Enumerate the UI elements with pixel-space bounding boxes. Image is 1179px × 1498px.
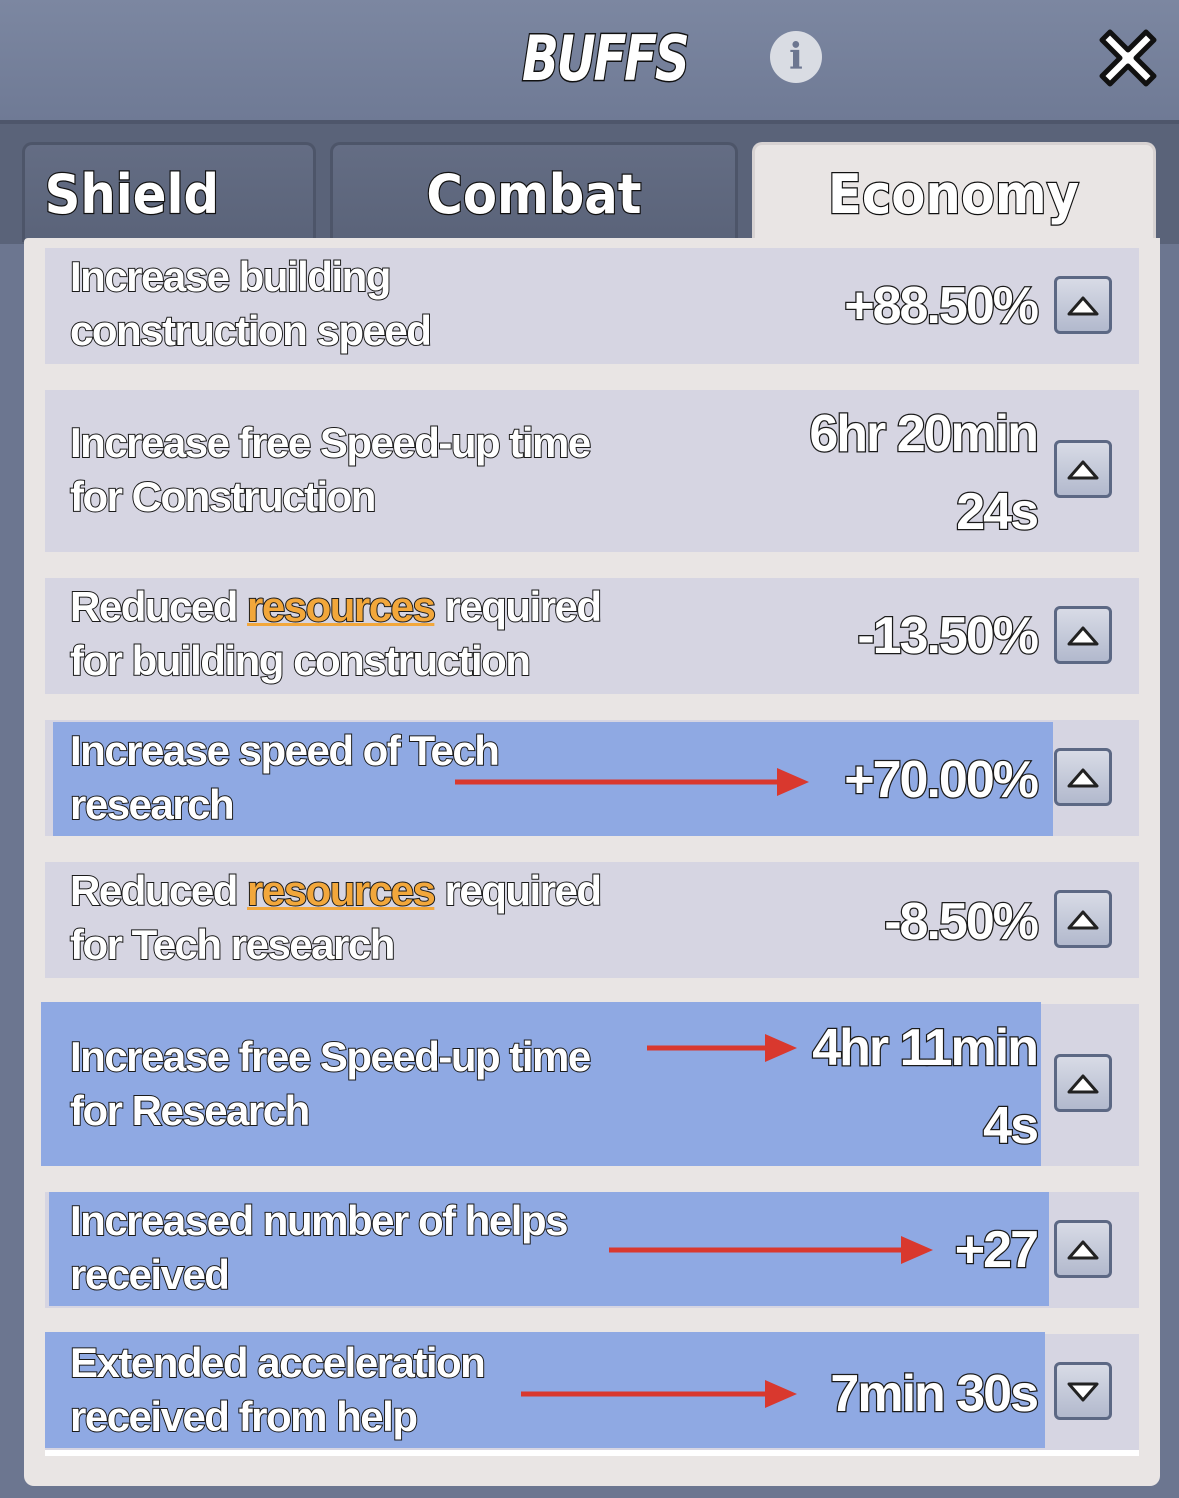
arrow-right-icon	[455, 768, 809, 796]
buff-label-line1: Increase free Speed-up time	[69, 418, 592, 467]
window-title: BUFFS	[521, 21, 691, 97]
chevron-up-icon	[1067, 460, 1099, 480]
buff-label: Increase speed of Tech research	[69, 724, 501, 832]
expand-button[interactable]	[1054, 276, 1112, 334]
buff-value: +27	[954, 1220, 1041, 1281]
buff-label: Reduced resources required for Tech rese…	[69, 864, 603, 972]
info-icon[interactable]: i	[770, 31, 822, 83]
buff-label-line1: Increase free Speed-up time	[69, 1032, 592, 1081]
tab-combat[interactable]: Combat	[330, 142, 738, 242]
title-bar: BUFFS i	[0, 0, 1179, 124]
buff-value: +88.50%	[843, 276, 1040, 337]
expand-button[interactable]	[1054, 748, 1112, 806]
buff-label-post: required	[434, 582, 603, 631]
buff-label-line1: Extended acceleration	[69, 1338, 487, 1387]
expand-button[interactable]	[1054, 1054, 1112, 1112]
collapse-button[interactable]	[1054, 1362, 1112, 1420]
buff-row-tech-resources: Reduced resources required for Tech rese…	[45, 862, 1139, 978]
buff-row-construction-speedup: Increase free Speed-up time for Construc…	[45, 390, 1139, 552]
buff-label-line1: Increase speed of Tech	[69, 726, 501, 775]
buff-label-line2: for Tech research	[69, 920, 396, 969]
chevron-up-icon	[1067, 910, 1099, 930]
tab-shield-label: Shield	[43, 162, 220, 228]
buff-value-seconds: 4s	[982, 1096, 1040, 1157]
arrow-right-icon	[609, 1236, 933, 1264]
buff-value-seconds: 24s	[955, 482, 1040, 543]
buff-label-line1: Increased number of helps	[69, 1196, 569, 1245]
buff-label-post: required	[434, 866, 603, 915]
tab-economy[interactable]: Economy	[752, 142, 1156, 242]
buff-value: 4hr 11min	[811, 1018, 1040, 1079]
tab-shield[interactable]: Shield	[22, 142, 316, 242]
buff-value: +70.00%	[843, 750, 1040, 811]
buff-label-line2: construction speed	[69, 306, 433, 355]
buff-label: Increase free Speed-up time for Construc…	[69, 416, 592, 524]
buff-label-line1: Reduced resources required	[69, 580, 603, 634]
buff-row-help-acceleration: Extended acceleration received from help…	[45, 1332, 1139, 1450]
buff-label-line2: for Research	[69, 1086, 311, 1135]
resources-link[interactable]: resources	[246, 866, 437, 915]
buff-label: Increase free Speed-up time for Research	[69, 1030, 592, 1138]
buff-row-helps-received: Increased number of helps received +27	[45, 1192, 1139, 1308]
buff-label: Extended acceleration received from help	[69, 1336, 487, 1444]
arrow-right-icon	[521, 1380, 797, 1408]
resources-link[interactable]: resources	[246, 582, 437, 631]
buff-label-line2: received from help	[69, 1392, 419, 1441]
buff-label: Reduced resources required for building …	[69, 580, 603, 688]
buff-label-line2: for Construction	[69, 472, 377, 521]
expand-button[interactable]	[1054, 440, 1112, 498]
buff-label-line2: research	[69, 780, 236, 829]
buff-value: -8.50%	[883, 892, 1040, 953]
tab-economy-label: Economy	[827, 162, 1080, 228]
buff-row-building-resources: Reduced resources required for building …	[45, 578, 1139, 694]
buff-label-line1: Increase building	[69, 252, 392, 301]
expand-button[interactable]	[1054, 890, 1112, 948]
expand-button[interactable]	[1054, 606, 1112, 664]
buff-value: -13.50%	[856, 606, 1040, 667]
buff-label: Increase building construction speed	[69, 250, 433, 358]
chevron-up-icon	[1067, 1240, 1099, 1260]
chevron-down-icon	[1067, 1382, 1099, 1402]
chevron-up-icon	[1067, 1074, 1099, 1094]
expand-button[interactable]	[1054, 1220, 1112, 1278]
buff-value: 6hr 20min	[808, 404, 1040, 465]
buff-label-line2: received	[69, 1250, 231, 1299]
buff-row-tech-speed: Increase speed of Tech research +70.00%	[45, 720, 1139, 836]
buff-label-line1: Reduced resources required	[69, 864, 603, 918]
chevron-up-icon	[1067, 768, 1099, 788]
tab-combat-label: Combat	[425, 162, 642, 228]
buff-row-research-speedup: Increase free Speed-up time for Research…	[41, 1002, 1139, 1166]
close-icon[interactable]	[1088, 18, 1168, 98]
buff-label-line2: for building construction	[69, 636, 532, 685]
arrow-right-icon	[647, 1034, 797, 1062]
buff-value: 7min 30s	[829, 1364, 1040, 1425]
buffs-window: BUFFS i Shield Combat Economy Increase b…	[0, 0, 1179, 1498]
buff-label: Increased number of helps received	[69, 1194, 569, 1302]
buff-label-pre: Reduced	[69, 582, 248, 631]
chevron-up-icon	[1067, 296, 1099, 316]
chevron-up-icon	[1067, 626, 1099, 646]
buff-row-building-speed: Increase building construction speed +88…	[45, 248, 1139, 364]
buff-label-pre: Reduced	[69, 866, 248, 915]
list-divider	[45, 1450, 1139, 1456]
